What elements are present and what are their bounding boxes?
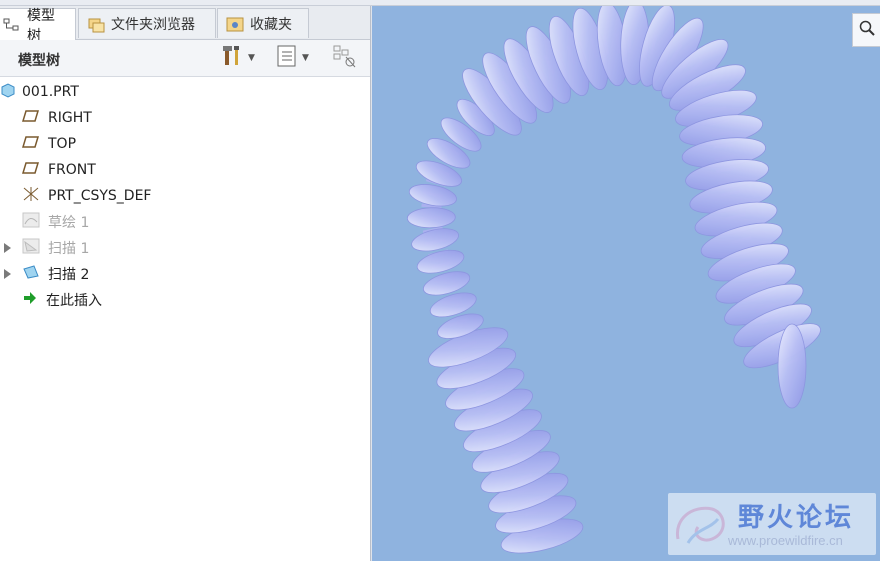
tree-item-sweep-1[interactable]: 扫描 1 [0, 235, 89, 261]
tools-icon [222, 44, 244, 72]
model-tree-icon [3, 17, 21, 33]
tree-item-root[interactable]: 001.PRT [0, 79, 79, 105]
datum-plane-icon [21, 135, 40, 153]
tab-label: 文件夹浏览器 [111, 16, 195, 33]
watermark-logo-icon [672, 499, 730, 555]
spring-coil-loop [406, 207, 456, 229]
part-icon [0, 82, 16, 102]
settings-dropdown-button[interactable]: ▼ [222, 46, 255, 70]
tree-item-label: 扫描 1 [48, 241, 90, 257]
tree-filter-button[interactable] [332, 44, 358, 72]
tree-item-top[interactable]: TOP [21, 131, 77, 157]
chevron-down-icon: ▼ [248, 53, 255, 63]
navigator-panel: 模型树 文件夹浏览器 收藏夹 模型树 ▼ ▼ 001.PRT RIGHT TOP… [0, 6, 371, 561]
tree-item-label: 001.PRT [22, 84, 79, 100]
search-icon [859, 20, 875, 40]
list-icon [276, 44, 298, 72]
sketch-icon [22, 212, 40, 232]
model-tree-toolbar: 模型树 ▼ ▼ [0, 40, 370, 77]
tree-item-right[interactable]: RIGHT [21, 105, 92, 131]
tree-item-sweep-2[interactable]: 扫描 2 [0, 261, 89, 287]
show-dropdown-button[interactable]: ▼ [276, 44, 309, 72]
tree-item-label: 在此插入 [46, 293, 102, 309]
chevron-down-icon: ▼ [302, 53, 309, 63]
spring-coils [406, 6, 821, 554]
datum-plane-icon [21, 109, 40, 127]
tab-label: 收藏夹 [250, 16, 292, 33]
tab-favorites[interactable]: 收藏夹 [217, 8, 309, 38]
tree-item-label: FRONT [48, 162, 96, 178]
navigator-tabs: 模型树 文件夹浏览器 收藏夹 [0, 6, 370, 44]
model-tree-title: 模型树 [18, 53, 60, 69]
watermark-title: 野火论坛 [738, 503, 855, 533]
tree-item-label: RIGHT [48, 110, 92, 126]
sweep-icon [22, 238, 40, 258]
tree-item-insert-here[interactable]: 在此插入 [22, 287, 102, 313]
expand-arrow-icon[interactable] [4, 269, 11, 279]
tree-item-csys[interactable]: PRT_CSYS_DEF [22, 183, 151, 209]
tree-item-label: 草绘 1 [48, 215, 90, 231]
tab-folder-browser[interactable]: 文件夹浏览器 [78, 8, 216, 38]
expand-arrow-icon[interactable] [4, 243, 11, 253]
forum-watermark: 野火论坛 www.proewildfire.cn [668, 493, 876, 555]
datum-plane-icon [21, 161, 40, 179]
tree-item-sketch[interactable]: 草绘 1 [22, 209, 89, 235]
tree-item-label: PRT_CSYS_DEF [48, 188, 152, 204]
tree-item-label: TOP [48, 136, 77, 152]
sweep-icon [22, 264, 40, 284]
tree-filter-icon [332, 44, 358, 72]
zoom-button[interactable] [852, 13, 880, 47]
folder-browser-icon [87, 16, 105, 32]
watermark-url: www.proewildfire.cn [728, 533, 843, 548]
spring-coil-loop [777, 323, 807, 409]
graphics-viewport[interactable] [372, 6, 880, 561]
tab-label: 模型树 [27, 7, 55, 44]
tab-model-tree[interactable]: 模型树 [0, 8, 76, 44]
tree-item-label: 扫描 2 [48, 267, 90, 283]
favorites-icon [226, 16, 244, 32]
coordinate-system-icon [22, 185, 40, 207]
tree-item-front[interactable]: FRONT [21, 157, 96, 183]
spring-model [406, 6, 821, 554]
insert-here-arrow-icon [22, 291, 38, 309]
